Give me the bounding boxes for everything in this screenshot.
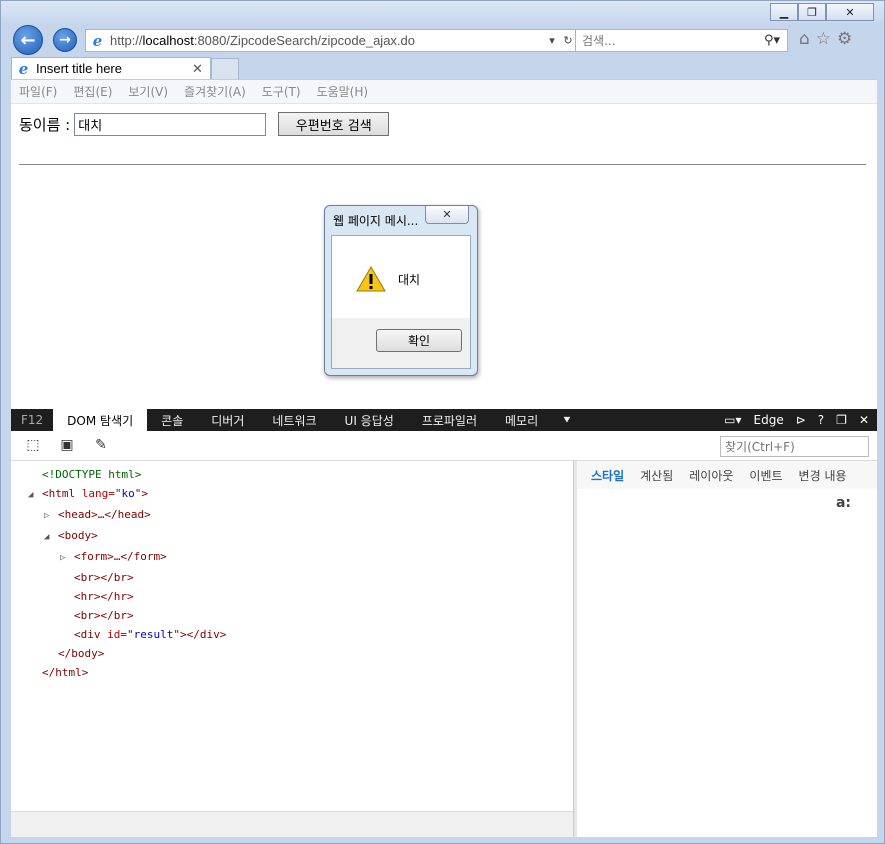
dom-node-br[interactable]: <br></br> xyxy=(11,568,573,587)
devtools-toolbar: ⬚ ▣ ✎ xyxy=(11,431,877,461)
dom-node-br[interactable]: <br></br> xyxy=(11,606,573,625)
alert-dialog: 웹 페이지 메시... ✕ 대치 확인 xyxy=(324,205,478,376)
dialog-close-button[interactable]: ✕ xyxy=(425,206,469,224)
collapse-arrow-icon[interactable]: ◢ xyxy=(44,528,58,547)
window-controls: ▁ ❐ ✕ xyxy=(770,3,874,21)
collapse-arrow-icon[interactable]: ◢ xyxy=(28,486,42,505)
styles-pane: 스타일 계산됨 레이아웃 이벤트 변경 내용 a: xyxy=(577,461,877,837)
dom-node-form[interactable]: ▷ <form>…</form> xyxy=(11,547,573,568)
dom-node-body-close[interactable]: </body> xyxy=(11,644,573,663)
tab-ui-responsiveness[interactable]: UI 응답성 xyxy=(331,409,408,431)
menu-view[interactable]: 보기(V) xyxy=(128,83,168,100)
dom-node-div-result[interactable]: <div id="result"></div> xyxy=(11,625,573,644)
dong-label: 동이름 : xyxy=(19,115,71,134)
close-tab-icon[interactable]: ✕ xyxy=(192,61,210,77)
address-bar[interactable]: e http://localhost:8080/ZipcodeSearch/zi… xyxy=(85,29,577,52)
menu-edit[interactable]: 편집(E) xyxy=(73,83,112,100)
devtools-f12-label: F12 xyxy=(21,413,44,427)
dom-node-html-close[interactable]: </html> xyxy=(11,663,573,682)
url-text[interactable]: http://localhost:8080/ZipcodeSearch/zipc… xyxy=(110,33,544,48)
close-window-button[interactable]: ✕ xyxy=(826,3,874,21)
tab-network[interactable]: 네트워크 xyxy=(258,409,330,431)
zipcode-search-button[interactable]: 우편번호 검색 xyxy=(278,112,390,136)
dialog-footer: 확인 xyxy=(332,318,470,368)
browser-tab[interactable]: e Insert title here ✕ xyxy=(11,57,211,79)
chevron-down-icon[interactable]: ▾ xyxy=(544,34,560,47)
back-button[interactable]: ← xyxy=(13,25,43,55)
find-input[interactable] xyxy=(720,436,869,457)
dialog-title: 웹 페이지 메시... xyxy=(333,214,419,228)
highlight-box-icon[interactable]: ▣ xyxy=(59,437,75,453)
dom-node-html[interactable]: ◢ <html lang="ko"> xyxy=(11,484,573,505)
expand-arrow-icon[interactable]: ▷ xyxy=(44,507,58,526)
title-bar: ▁ ❐ ✕ xyxy=(1,1,884,25)
tab-computed[interactable]: 계산됨 xyxy=(640,467,673,484)
minimize-button[interactable]: ▁ xyxy=(770,3,798,21)
tab-profiler[interactable]: 프로파일러 xyxy=(408,409,491,431)
gear-icon[interactable]: ⚙ xyxy=(837,29,852,49)
search-form: 동이름 : 우편번호 검색 xyxy=(19,112,390,136)
new-tab-button[interactable] xyxy=(211,58,239,79)
menu-bar: 파일(F) 편집(E) 보기(V) 즐겨찾기(A) 도구(T) 도움말(H) xyxy=(11,80,877,104)
tab-memory[interactable]: 메모리 xyxy=(491,409,552,431)
console-toggle-icon[interactable]: ⊳ xyxy=(796,413,806,427)
refresh-icon[interactable]: ↻ xyxy=(560,34,576,47)
forward-button[interactable]: → xyxy=(53,28,77,52)
devtools-tab-bar: F12 DOM 탐색기 콘솔 디버거 네트워크 UI 응답성 프로파일러 메모리… xyxy=(11,409,877,431)
tab-dom-explorer[interactable]: DOM 탐색기 xyxy=(53,409,148,431)
search-icon[interactable]: ⚲▾ xyxy=(757,33,787,48)
search-input[interactable] xyxy=(576,30,757,51)
dom-node-doctype[interactable]: <!DOCTYPE html> xyxy=(11,465,573,484)
help-icon[interactable]: ? xyxy=(818,413,824,427)
devtools-panel: F12 DOM 탐색기 콘솔 디버거 네트워크 UI 응답성 프로파일러 메모리… xyxy=(11,409,877,837)
menu-file[interactable]: 파일(F) xyxy=(19,83,57,100)
emulation-icon[interactable]: ▭▾ xyxy=(724,413,741,427)
tab-title: Insert title here xyxy=(36,61,122,76)
browser-window: ▁ ❐ ✕ ← → e http://localhost:8080/Zipcod… xyxy=(0,0,885,844)
emulation-mode-label[interactable]: Edge xyxy=(754,413,784,427)
dom-node-hr[interactable]: <hr></hr> xyxy=(11,587,573,606)
menu-tools[interactable]: 도구(T) xyxy=(262,83,301,100)
tab-changes[interactable]: 변경 내용 xyxy=(799,467,847,484)
ie-tab-icon: e xyxy=(18,59,29,78)
color-picker-icon[interactable]: ✎ xyxy=(93,437,109,453)
ie-page-icon: e xyxy=(92,31,103,50)
toolbar-icons: ⌂ ☆ ⚙ xyxy=(799,29,852,49)
dom-tree: <!DOCTYPE html> ◢ <html lang="ko"> ▷ <head… xyxy=(11,461,573,682)
dialog-body: 대치 확인 xyxy=(331,235,471,369)
styles-tab-bar: 스타일 계산됨 레이아웃 이벤트 변경 내용 xyxy=(577,461,877,489)
menu-help[interactable]: 도움말(H) xyxy=(317,83,369,100)
search-box[interactable]: ⚲▾ xyxy=(575,29,788,52)
close-devtools-icon[interactable]: ✕ xyxy=(859,413,869,427)
navigation-bar: ← → e http://localhost:8080/ZipcodeSearc… xyxy=(11,25,877,57)
dom-breadcrumb-bar xyxy=(11,811,573,837)
tab-debugger[interactable]: 디버거 xyxy=(197,409,258,431)
tab-layout[interactable]: 레이아웃 xyxy=(689,467,733,484)
dialog-message: 대치 xyxy=(398,273,421,287)
select-element-icon[interactable]: ⬚ xyxy=(25,437,41,453)
ok-button[interactable]: 확인 xyxy=(376,329,462,352)
dom-tree-pane: <!DOCTYPE html> ◢ <html lang="ko"> ▷ <head… xyxy=(11,461,573,837)
undock-icon[interactable]: ❐ xyxy=(836,413,847,427)
tab-events[interactable]: 이벤트 xyxy=(749,467,782,484)
warning-icon xyxy=(356,266,386,292)
home-icon[interactable]: ⌂ xyxy=(799,29,810,49)
restore-button[interactable]: ❐ xyxy=(798,3,826,21)
tab-styles[interactable]: 스타일 xyxy=(591,467,624,484)
sort-az-icon[interactable]: a: xyxy=(836,495,851,511)
expand-arrow-icon[interactable]: ▷ xyxy=(60,549,74,568)
dom-node-head[interactable]: ▷ <head>…</head> xyxy=(11,505,573,526)
more-tabs-icon[interactable]: ⯆ xyxy=(552,409,582,431)
dom-node-body[interactable]: ◢ <body> xyxy=(11,526,573,547)
devtools-right-controls: ▭▾ Edge ⊳ ? ❐ ✕ xyxy=(724,409,877,431)
tab-strip: e Insert title here ✕ xyxy=(11,57,877,79)
menu-favorites[interactable]: 즐겨찾기(A) xyxy=(184,83,246,100)
tab-console[interactable]: 콘솔 xyxy=(147,409,197,431)
horizontal-rule xyxy=(19,164,866,165)
favorites-star-icon[interactable]: ☆ xyxy=(816,29,831,49)
dong-input[interactable] xyxy=(74,112,267,136)
